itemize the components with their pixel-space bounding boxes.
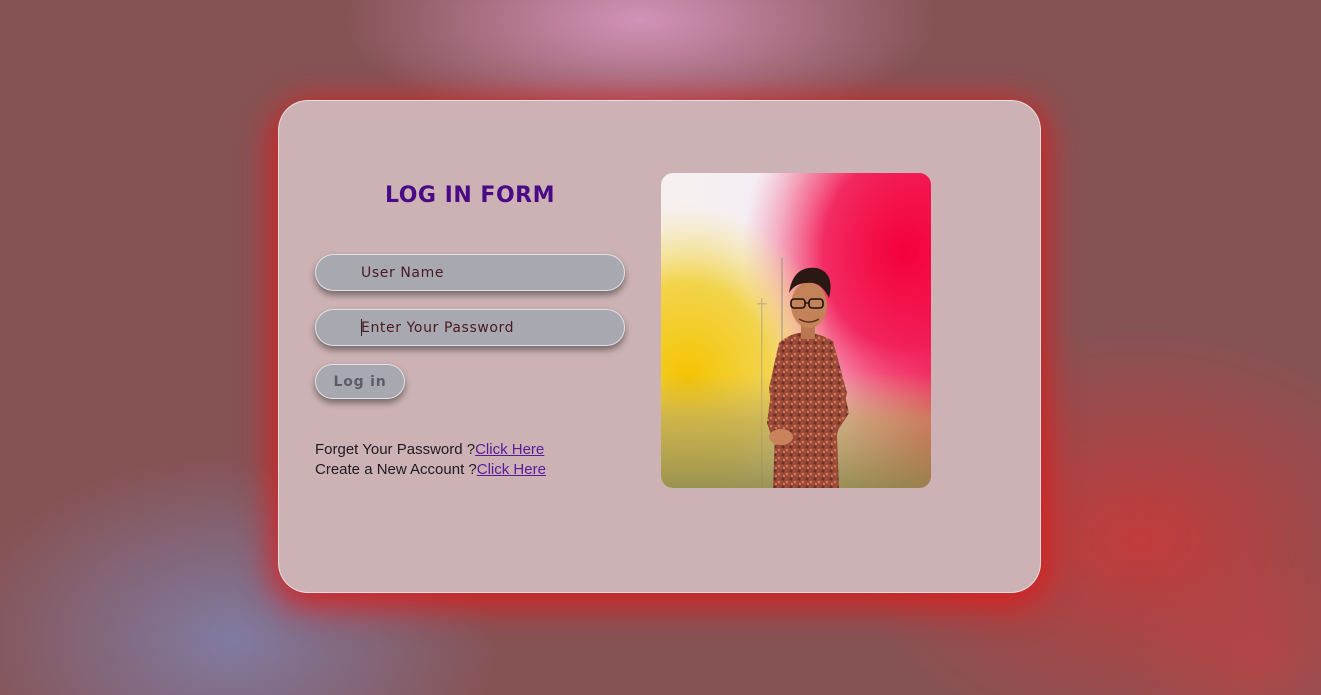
profile-photo — [661, 173, 931, 488]
forgot-password-link[interactable]: Click Here — [475, 441, 544, 458]
create-account-text: Create a New Account ? — [315, 461, 477, 478]
text-cursor — [361, 319, 362, 336]
username-input[interactable] — [315, 254, 625, 291]
account-links: Forget Your Password ?Click Here Create … — [315, 440, 546, 480]
forgot-password-row: Forget Your Password ?Click Here — [315, 440, 546, 460]
create-account-row: Create a New Account ?Click Here — [315, 460, 546, 480]
forgot-password-text: Forget Your Password ? — [315, 441, 476, 458]
login-card: LOG IN FORM Log in Forget Your Password … — [278, 100, 1041, 593]
login-button[interactable]: Log in — [315, 364, 405, 399]
form-title: LOG IN FORM — [385, 183, 555, 208]
create-account-link[interactable]: Click Here — [477, 461, 546, 478]
